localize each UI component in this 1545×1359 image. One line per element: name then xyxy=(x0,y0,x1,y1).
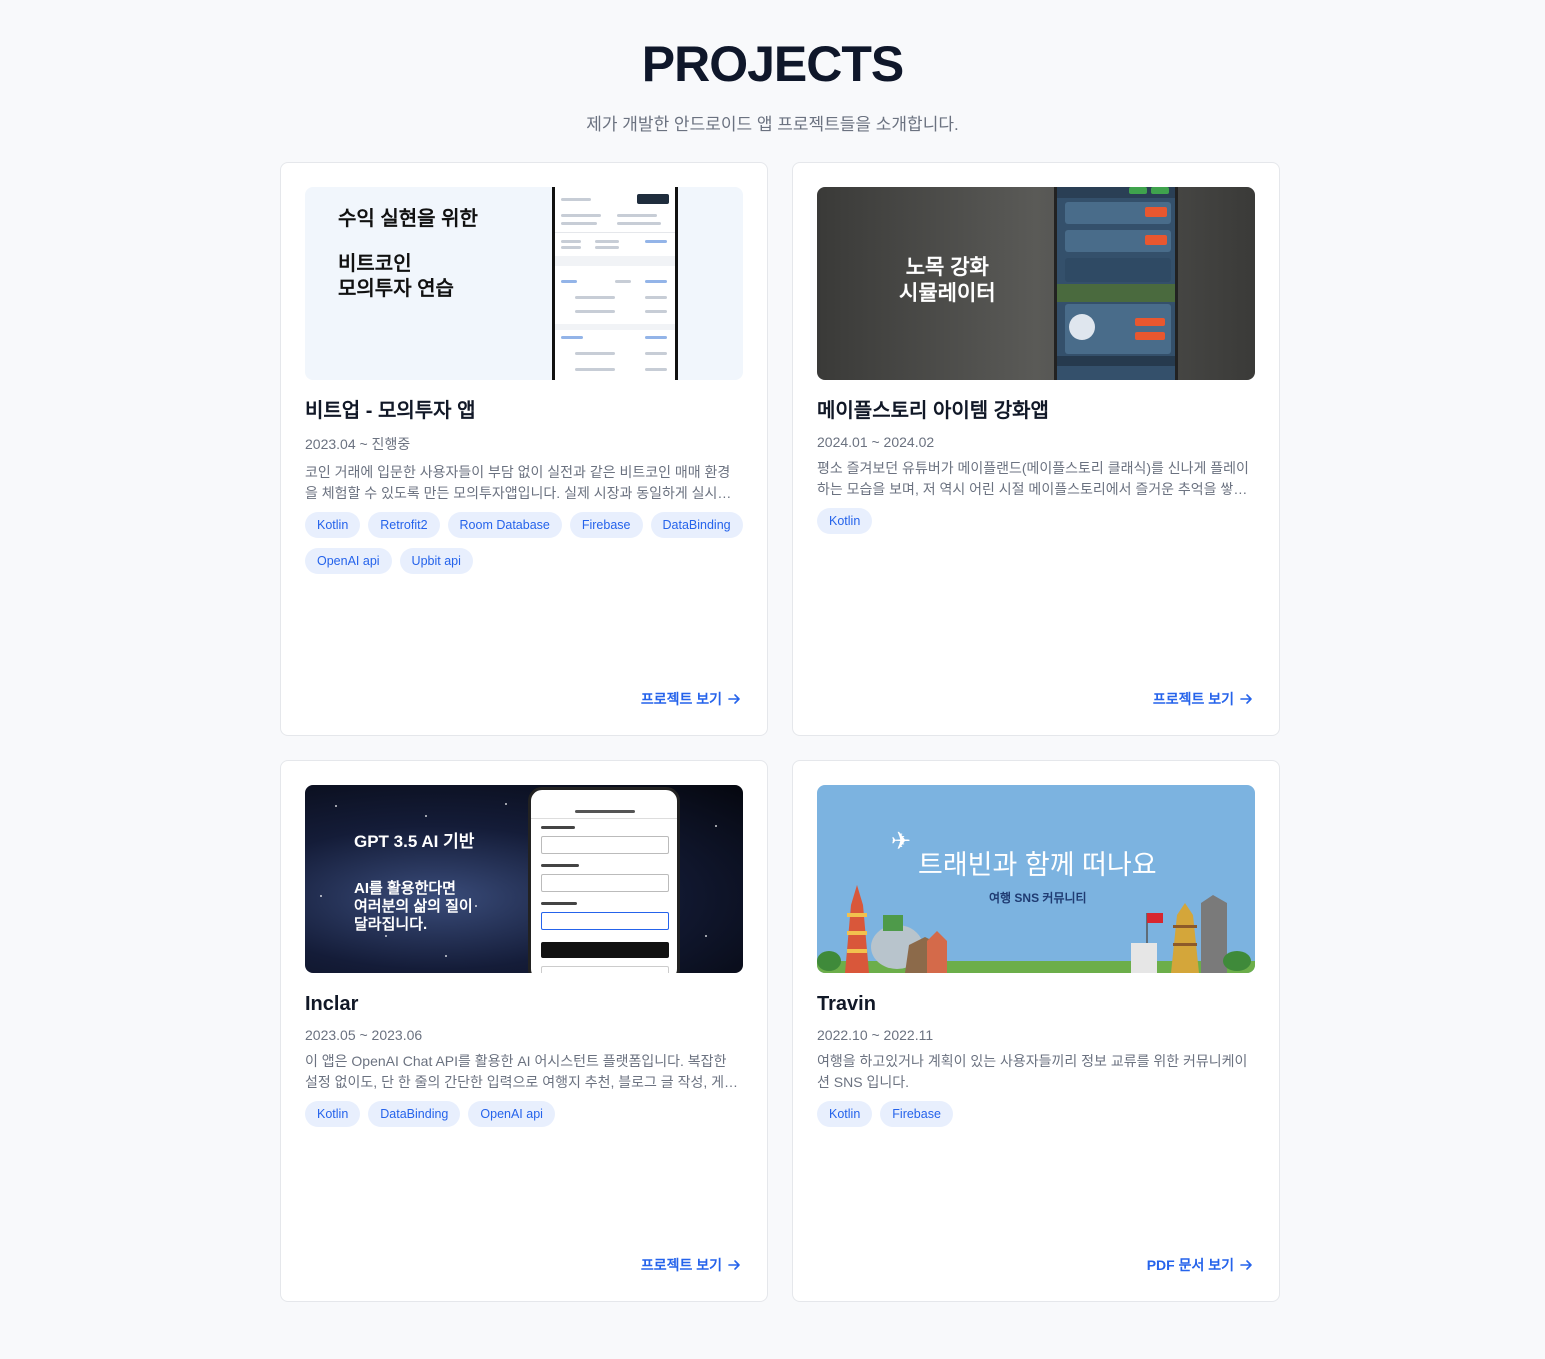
project-title: Inclar xyxy=(305,993,359,1015)
project-title: 메이플스토리 아이템 강화앱 xyxy=(817,400,1049,422)
thumbnail-text: 비트코인 xyxy=(338,253,412,275)
project-period: 2023.05 ~ 2023.06 xyxy=(305,1027,423,1043)
project-card-maplestory: 노목 강화 시뮬레이터 메이플스토리 아이템 강화앱 2024.01 ~ 202… xyxy=(792,162,1280,736)
thumbnail-caption: 수익 실현을 위한 비트코인 모의투자 연습 xyxy=(338,207,478,302)
thumbnail-text: GPT 3.5 AI 기반 xyxy=(354,832,475,851)
projects-grid: 수익 실현을 위한 비트코인 모의투자 연습 비트업 - 모의투자 앱 2023… xyxy=(280,162,1280,1302)
phone-mockup xyxy=(552,187,678,380)
view-project-link[interactable]: 프로젝트 보기 xyxy=(641,1255,741,1275)
arrow-right-icon xyxy=(1240,1260,1252,1270)
project-thumbnail: GPT 3.5 AI 기반 AI를 활용한다면 여러분의 삶의 질이 달라집니다… xyxy=(305,785,743,973)
thumbnail-text: 노목 강화 xyxy=(905,256,989,279)
tech-tag: Retrofit2 xyxy=(368,512,440,538)
thumbnail-text: 시뮬레이터 xyxy=(899,282,996,305)
thumbnail-caption: 노목 강화 시뮬레이터 xyxy=(899,255,996,307)
project-card-inclar: GPT 3.5 AI 기반 AI를 활용한다면 여러분의 삶의 질이 달라집니다… xyxy=(280,760,768,1302)
project-period: 2022.10 ~ 2022.11 xyxy=(817,1027,934,1043)
view-project-link[interactable]: 프로젝트 보기 xyxy=(1153,689,1253,709)
projects-page: PROJECTS 제가 개발한 안드로이드 앱 프로젝트들을 소개합니다. 수익… xyxy=(0,0,1545,1359)
project-thumbnail: 수익 실현을 위한 비트코인 모의투자 연습 xyxy=(305,187,743,380)
landmarks-illustration xyxy=(817,885,1255,973)
tag-list: Kotlin DataBinding OpenAI api xyxy=(305,1101,743,1127)
thumbnail-text: 달라집니다. xyxy=(354,916,428,933)
arrow-right-icon xyxy=(728,694,740,704)
tech-tag: Firebase xyxy=(569,512,643,538)
tech-tag: Upbit api xyxy=(399,548,473,574)
thumbnail-text: 모의투자 연습 xyxy=(338,278,454,300)
project-thumbnail: ✈ 트래빈과 함께 떠나요 여행 SNS 커뮤니티 xyxy=(817,785,1255,973)
tech-tag: Kotlin xyxy=(817,1101,873,1127)
project-title: Travin xyxy=(817,993,876,1015)
project-period: 2023.04 ~ 진행중 xyxy=(305,436,411,452)
header: PROJECTS 제가 개발한 안드로이드 앱 프로젝트들을 소개합니다. xyxy=(0,0,1545,135)
project-description: 평소 즐겨보던 유튜버가 메이플랜드(메이플스토리 클래식)를 신나게 플레이하… xyxy=(817,460,1249,497)
arrow-right-icon xyxy=(1240,694,1252,704)
tech-tag: OpenAI api xyxy=(468,1101,555,1127)
phone-mockup xyxy=(528,787,680,973)
project-description: 코인 거래에 입문한 사용자들이 부담 없이 실전과 같은 비트코인 매매 환경… xyxy=(305,464,731,501)
link-label: PDF 문서 보기 xyxy=(1146,1257,1234,1273)
page-subtitle: 제가 개발한 안드로이드 앱 프로젝트들을 소개합니다. xyxy=(586,115,959,134)
view-pdf-link[interactable]: PDF 문서 보기 xyxy=(1147,1255,1253,1275)
arrow-right-icon xyxy=(728,1260,740,1270)
project-description: 이 앱은 OpenAI Chat API를 활용한 AI 어시스턴트 플랫폼입니… xyxy=(305,1053,737,1090)
tech-tag: Kotlin xyxy=(305,1101,361,1127)
project-period: 2024.01 ~ 2024.02 xyxy=(817,434,935,450)
project-card-bitup: 수익 실현을 위한 비트코인 모의투자 연습 비트업 - 모의투자 앱 2023… xyxy=(280,162,768,736)
tag-list: Kotlin Retrofit2 Room Database Firebase … xyxy=(305,512,743,574)
tech-tag: Room Database xyxy=(447,512,562,538)
thumbnail-text: 수익 실현을 위한 xyxy=(338,208,478,230)
tag-list: Kotlin Firebase xyxy=(817,1101,1255,1127)
tech-tag: Firebase xyxy=(880,1101,953,1127)
view-project-link[interactable]: 프로젝트 보기 xyxy=(641,689,741,709)
link-label: 프로젝트 보기 xyxy=(640,1257,722,1273)
project-title: 비트업 - 모의투자 앱 xyxy=(305,400,476,422)
link-label: 프로젝트 보기 xyxy=(640,691,722,707)
tech-tag: DataBinding xyxy=(650,512,743,538)
project-thumbnail: 노목 강화 시뮬레이터 xyxy=(817,187,1255,380)
project-card-travin: ✈ 트래빈과 함께 떠나요 여행 SNS 커뮤니티 Travin 2022.10… xyxy=(792,760,1280,1302)
generate-button xyxy=(541,942,669,958)
tech-tag: Kotlin xyxy=(817,508,873,534)
tech-tag: Kotlin xyxy=(305,512,361,538)
page-title: PROJECTS xyxy=(641,36,905,92)
tech-tag: DataBinding xyxy=(368,1101,461,1127)
thumbnail-text: AI를 활용한다면 xyxy=(354,880,456,897)
tag-list: Kotlin xyxy=(817,508,1255,534)
link-label: 프로젝트 보기 xyxy=(1152,691,1234,707)
phone-mockup xyxy=(1054,187,1178,380)
project-description: 여행을 하고있거나 계획이 있는 사용자들끼리 정보 교류를 위한 커뮤니케이션… xyxy=(817,1053,1248,1090)
thumbnail-caption: AI를 활용한다면 여러분의 삶의 질이 달라집니다. xyxy=(354,880,473,934)
tech-tag: OpenAI api xyxy=(305,548,392,574)
thumbnail-text: 여러분의 삶의 질이 xyxy=(354,898,473,915)
